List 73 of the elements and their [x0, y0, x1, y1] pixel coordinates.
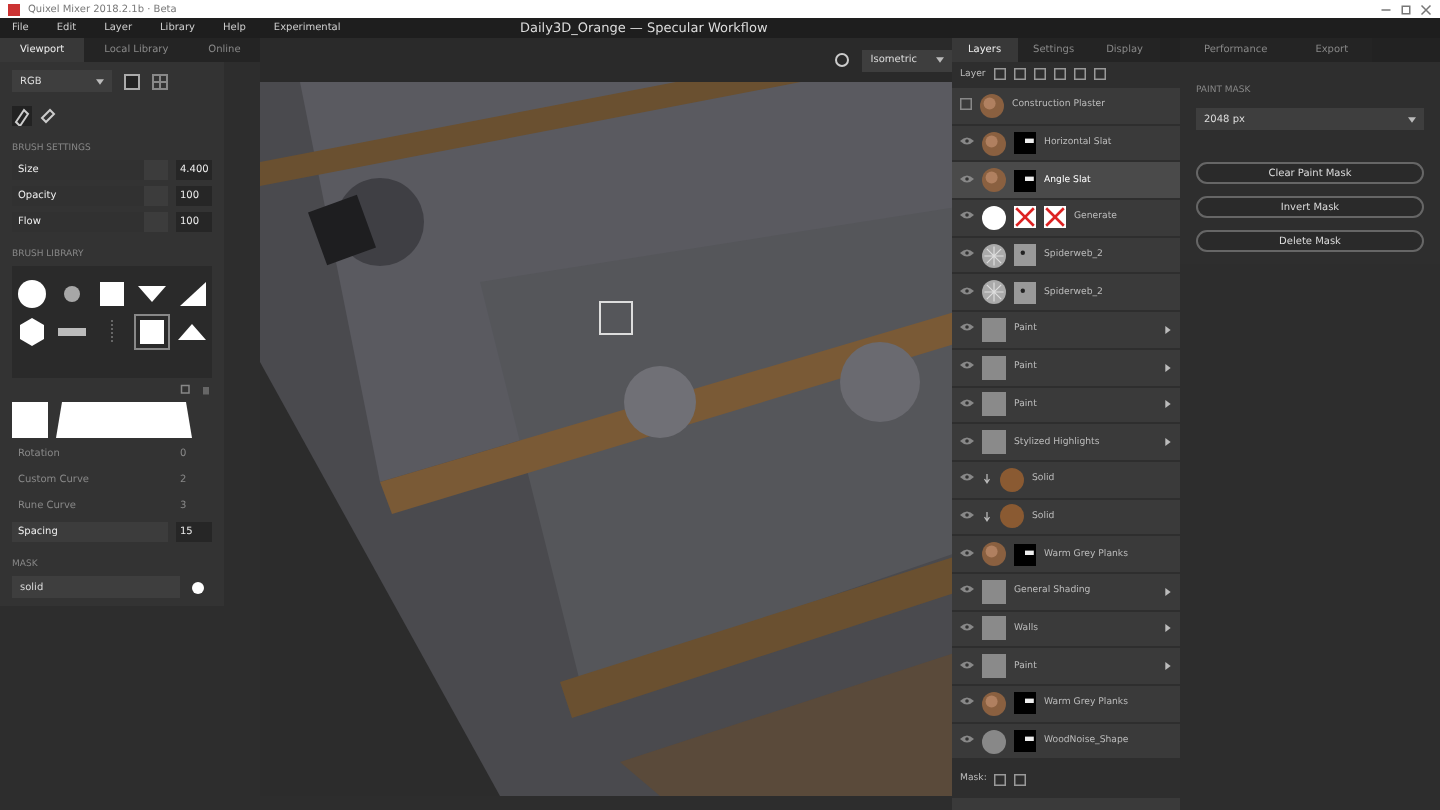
expand-arrow-icon[interactable] [1164, 400, 1172, 409]
mask-thumbnail [1014, 244, 1036, 267]
missing-image-icon [1014, 206, 1036, 229]
copy-icon[interactable] [180, 384, 192, 396]
eye-icon[interactable] [960, 694, 974, 709]
camera-reset-icon[interactable] [834, 52, 851, 68]
eye-icon[interactable] [960, 433, 974, 448]
close-icon[interactable] [1420, 3, 1432, 15]
material-thumbnail [982, 131, 1006, 156]
folder-thumbnail [982, 355, 1006, 380]
expand-arrow-icon[interactable] [1164, 325, 1172, 334]
expand-arrow-icon[interactable] [1164, 624, 1172, 633]
folder-thumbnail [982, 579, 1006, 604]
shape-thumbnail [982, 729, 1006, 754]
brush-curve-preview [56, 402, 192, 438]
expand-arrow-icon[interactable] [1164, 363, 1172, 372]
eye-icon[interactable] [960, 208, 974, 223]
eye-icon[interactable] [960, 283, 974, 298]
brush-preset[interactable] [16, 278, 49, 310]
mask-thumbnail [1014, 169, 1036, 192]
eye-icon[interactable] [960, 246, 974, 261]
eraser-icon[interactable] [38, 106, 58, 126]
web-thumbnail [982, 280, 1006, 305]
eye-icon[interactable] [960, 507, 974, 522]
eye-icon[interactable] [960, 545, 974, 560]
folder-thumbnail [982, 430, 1006, 455]
brush-icon[interactable] [12, 106, 32, 126]
folder-thumbnail [982, 317, 1006, 342]
mask-thumbnail [1014, 730, 1036, 753]
material-thumbnail [982, 168, 1006, 193]
brush-preset[interactable] [16, 316, 49, 348]
caret-icon [96, 77, 104, 85]
brush-preset[interactable] [135, 316, 168, 348]
minimize-icon[interactable] [1380, 3, 1392, 15]
brush-preset[interactable] [175, 278, 208, 310]
expand-arrow-icon[interactable] [1164, 438, 1172, 447]
eye-icon[interactable] [960, 395, 974, 410]
eye-icon[interactable] [960, 358, 974, 373]
eye-icon[interactable] [960, 171, 974, 186]
folder-thumbnail [982, 616, 1006, 641]
solid-thumbnail [1000, 504, 1024, 529]
mask-thumbnail [1014, 543, 1036, 566]
image-icon[interactable] [124, 73, 140, 89]
expand-arrow-icon[interactable] [1164, 587, 1172, 596]
generator-thumbnail [982, 205, 1006, 230]
grid-icon[interactable] [152, 73, 168, 89]
checkbox[interactable] [960, 97, 972, 110]
material-thumbnail [982, 542, 1006, 567]
color-swatch-icon[interactable] [192, 581, 204, 593]
brush-shape-preview [12, 402, 48, 438]
mask-thumbnail [1014, 281, 1036, 304]
mask-thumbnail [1014, 132, 1036, 155]
eye-icon[interactable] [960, 320, 974, 335]
eye-icon[interactable] [960, 732, 974, 747]
brush-preset[interactable] [95, 278, 128, 310]
maximize-icon[interactable] [1400, 3, 1412, 15]
app-logo-icon [8, 3, 20, 15]
caret-icon [936, 56, 944, 64]
folder-thumbnail [982, 392, 1006, 417]
eye-icon[interactable] [960, 470, 974, 485]
web-thumbnail [982, 243, 1006, 268]
eye-icon[interactable] [960, 134, 974, 149]
eye-icon[interactable] [960, 657, 974, 672]
caret-icon [1408, 115, 1416, 123]
mask-thumbnail [1014, 692, 1036, 715]
folder-thumbnail [982, 654, 1006, 679]
missing-image-icon [1044, 206, 1066, 229]
solid-thumbnail [1000, 467, 1024, 492]
eye-icon[interactable] [960, 619, 974, 634]
eye-icon[interactable] [960, 582, 974, 597]
material-thumbnail [980, 93, 1004, 118]
expand-arrow-icon[interactable] [1164, 662, 1172, 671]
material-thumbnail [982, 691, 1006, 716]
